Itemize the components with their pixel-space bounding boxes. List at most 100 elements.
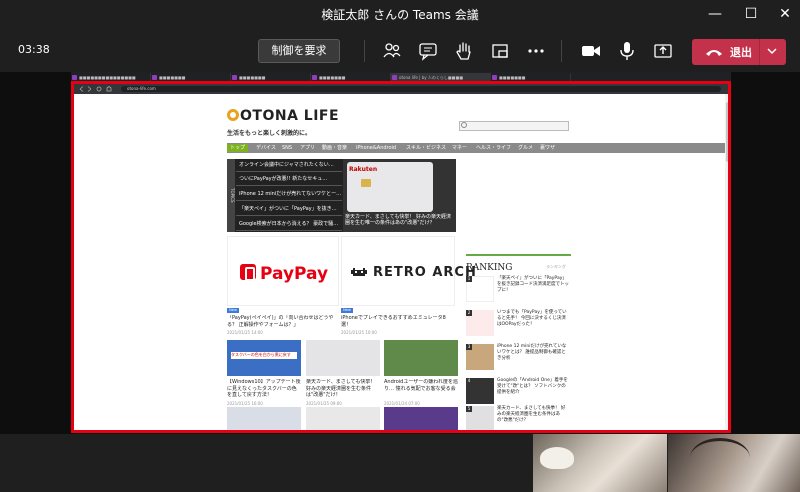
ranking-number: 3 xyxy=(466,344,472,350)
close-button[interactable]: ✕ xyxy=(768,0,800,28)
retroarch-wordmark: RETRO ARCH xyxy=(373,265,477,280)
browser-tab[interactable]: ■■■■■■■ xyxy=(491,73,571,83)
tab-favicon-icon xyxy=(392,75,397,80)
video-chair-shape xyxy=(690,438,750,478)
topic-link[interactable]: 「楽天ペイ」がついに「PayPay」を抜き… xyxy=(236,203,342,216)
nav-item-money[interactable]: マネー xyxy=(449,144,470,152)
ranking-number: 5 xyxy=(466,406,472,412)
meeting-toolbar: 03:38 制御を要求 退出 xyxy=(0,28,800,72)
browser-tab[interactable]: ■■■■■■■ xyxy=(311,73,391,83)
article-thumbnail[interactable] xyxy=(384,407,458,433)
tab-favicon-icon xyxy=(152,75,157,80)
article-thumbnail[interactable] xyxy=(306,340,380,376)
site-tagline: 生活をもっと楽しく刺激的に。 xyxy=(227,130,312,137)
mic-icon[interactable] xyxy=(616,40,638,62)
article-title[interactable]: 「PayPay(ペイペイ)」の「向い合わせはどうやる？ 正解操作やフォームは？」 xyxy=(227,315,339,328)
layout-icon[interactable] xyxy=(489,40,511,62)
nav-item-tips[interactable]: 裏ワザ xyxy=(537,144,558,152)
paypay-wordmark: PayPay xyxy=(260,264,329,284)
article-thumbnail[interactable] xyxy=(384,340,458,376)
request-control-button[interactable]: 制御を要求 xyxy=(258,39,340,63)
article-thumbnail[interactable] xyxy=(306,407,380,433)
page-scrollbar[interactable] xyxy=(725,94,731,433)
card-chip-icon xyxy=(361,179,371,187)
chat-icon[interactable] xyxy=(417,40,439,62)
chevron-down-icon[interactable] xyxy=(766,45,778,57)
nav-item-iphone-android[interactable]: iPhone&Android xyxy=(353,144,399,152)
search-icon xyxy=(461,122,467,128)
paypay-logo-icon xyxy=(240,264,256,281)
meeting-timer: 03:38 xyxy=(18,43,50,56)
article-thumbnail[interactable] xyxy=(227,407,301,433)
topic-link[interactable]: iPhone 12 miniだけが売れてないワケとー… xyxy=(236,188,342,201)
scroll-thumb[interactable] xyxy=(726,102,730,162)
maximize-button[interactable]: ☐ xyxy=(734,0,768,28)
browser-nav-icon[interactable] xyxy=(77,86,117,92)
ranking-text: 「楽天ペイ」がついに「PayPay」を抜き記録コード決済満足度でトップに！ xyxy=(497,276,569,293)
article-title[interactable]: iPhoneでプレイできるおすすめエミュレータ8選！ xyxy=(341,315,455,328)
site-logo[interactable]: OTONA LIFE xyxy=(227,108,339,124)
leave-divider xyxy=(759,39,760,65)
video-lamp-shape xyxy=(540,447,574,469)
ranking-number: 2 xyxy=(466,310,472,316)
article-date: 2021/01/24 07:00 xyxy=(384,401,420,406)
nav-item-gourmet[interactable]: グルメ xyxy=(515,144,536,152)
nav-item-video[interactable]: 動画・音楽 xyxy=(319,144,350,152)
ranking-item[interactable]: 3 iPhone 12 miniだけが売れていないワケとは？ 誰提品制御も確認と… xyxy=(466,344,571,378)
ranking-divider xyxy=(466,254,571,256)
minimize-button[interactable]: — xyxy=(698,0,732,28)
ranking-text: iPhone 12 miniだけが売れていないワケとは？ 誰提品制御も確認とき分… xyxy=(497,344,567,361)
nav-item-device[interactable]: デバイス xyxy=(253,144,279,152)
topic-link[interactable]: オンライン会議中にジャマされたくない… xyxy=(236,159,342,172)
browser-tab-active[interactable]: otona life | by 人のくらし■■■■ xyxy=(391,73,491,83)
camera-icon[interactable] xyxy=(580,40,602,62)
leave-label: 退出 xyxy=(730,46,752,59)
more-icon[interactable] xyxy=(525,40,547,62)
ranking-item[interactable]: 2 いつまでも「PayPay」を使っていると先手！ 今回に決するくじ決済はOOP… xyxy=(466,310,571,344)
article-date: 2021/01/25 09:00 xyxy=(306,401,342,406)
otona-life-page: OTONA LIFE 生活をもっと楽しく刺激的に。 トップ デバイス SNS ア… xyxy=(71,94,731,433)
ranking-title: RANKING xyxy=(466,263,513,273)
article-title[interactable]: 楽天カード、まさしても快挙！ 好みの楽天経済圏を生む条件は"改悪"だけ！ xyxy=(306,379,380,399)
people-icon[interactable] xyxy=(381,40,403,62)
browser-tab[interactable]: ■■■■■■■ xyxy=(231,73,311,83)
browser-tab[interactable]: ■■■■■■■■■■■■■■■ xyxy=(71,73,151,83)
share-icon[interactable] xyxy=(652,40,674,62)
tab-favicon-icon xyxy=(492,75,497,80)
browser-tab[interactable]: ■■■■■■■ xyxy=(151,73,231,83)
tab-favicon-icon xyxy=(312,75,317,80)
leave-button[interactable]: 退出 xyxy=(692,39,786,65)
url-field[interactable]: otona-life.com xyxy=(121,86,721,92)
ranking-text: 楽天カード、まさしても快挙！ 好みの楽天経済圏を生む条件はあの"改悪"だけ？ xyxy=(497,406,566,423)
nav-item-skill[interactable]: スキル・ビジネス xyxy=(403,144,449,152)
raise-hand-icon[interactable] xyxy=(453,40,475,62)
new-badge: New xyxy=(341,308,353,313)
article-date: 2021/01/25 14:00 xyxy=(227,330,263,335)
article-date: 2021/01/25 16:00 xyxy=(227,401,263,406)
site-nav: トップ デバイス SNS アプリ 動画・音楽 iPhone&Android スキ… xyxy=(227,143,725,153)
nav-item-top[interactable]: トップ xyxy=(227,144,249,152)
article-title[interactable]: Androidユーザーの嫌われ度を巡り… 憧れる気配でお客な受る会 xyxy=(384,379,458,399)
window-title: 検証太郎 さんの Teams 会議 xyxy=(321,8,479,22)
ranking-item[interactable]: 5 楽天カード、まさしても快挙！ 好みの楽天経済圏を生む条件はあの"改悪"だけ？ xyxy=(466,406,571,433)
topic-link[interactable]: ついにPayPayが改悪!! 新たなセキュ… xyxy=(236,173,342,186)
card-brand: Rakuten xyxy=(349,166,378,173)
article-title[interactable]: 【Windows10】アップデート後に見えなくったタスクバーの色を直して戻す方法… xyxy=(227,379,301,399)
nav-item-health[interactable]: ヘルス・ライフ xyxy=(473,144,514,152)
topic-link[interactable]: Google検索が日本から消える？ 豪政で騒… xyxy=(236,218,342,231)
ranking-item[interactable]: 1 「楽天ペイ」がついに「PayPay」を抜き記録コード決済満足度でトップに！ xyxy=(466,276,571,310)
tab-favicon-icon xyxy=(72,75,77,80)
ranking-text: いつまでも「PayPay」を使っていると先手！ 今回に決するくじ決済はOOPay… xyxy=(497,310,567,327)
browser-address-bar: otona-life.com xyxy=(71,84,731,94)
nav-item-app[interactable]: アプリ xyxy=(297,144,318,152)
ranking-number: 4 xyxy=(466,378,472,384)
tab-favicon-icon xyxy=(232,75,237,80)
nav-item-sns[interactable]: SNS xyxy=(279,144,295,152)
new-badge: New xyxy=(227,308,239,313)
title-bar: 検証太郎 さんの Teams 会議 — ☐ ✕ xyxy=(0,0,800,28)
site-search-input[interactable] xyxy=(459,121,569,131)
topics-label: TOPICS xyxy=(227,159,235,232)
hang-up-icon xyxy=(706,50,722,56)
topics-box: TOPICS オンライン会議中にジャマされたくない… ついにPayPayが改悪!… xyxy=(227,159,343,232)
thumbnail-title: タスクバーの色を白から黒に戻す xyxy=(231,352,297,359)
